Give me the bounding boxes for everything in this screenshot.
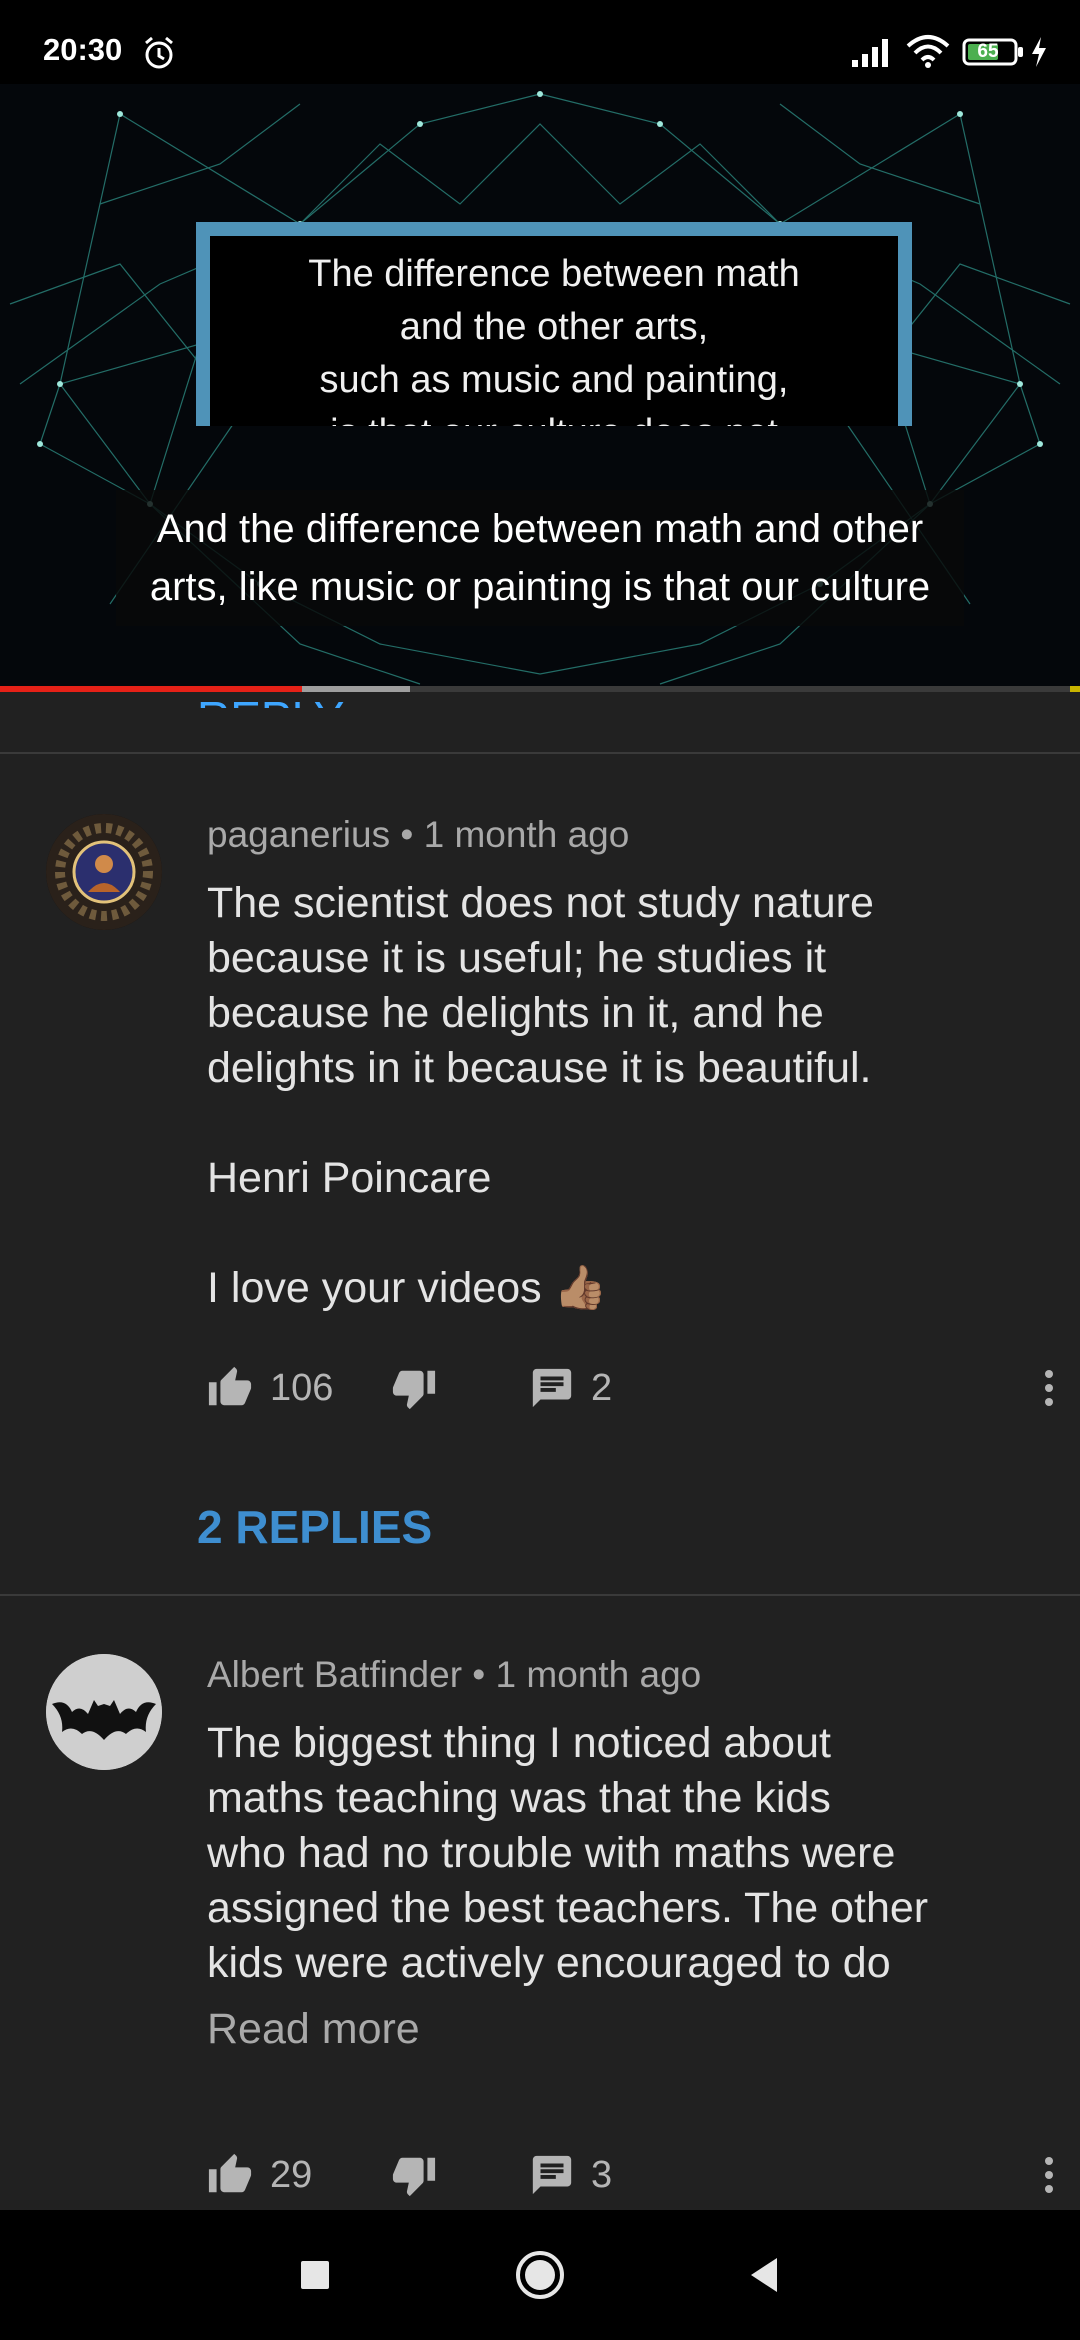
comment-line	[207, 1206, 1007, 1261]
comment-text: The biggest thing I noticed about maths …	[207, 1716, 1007, 1991]
comment-line: delights in it because it is beautiful.	[207, 1044, 872, 1092]
thumb-up-icon[interactable]	[207, 1365, 253, 1411]
caption-line-1: And the difference between math and othe…	[156, 507, 924, 551]
thumb-up-icon[interactable]	[207, 2152, 253, 2198]
comment-line: because it is useful; he studies it	[207, 934, 827, 982]
divider	[0, 1594, 1080, 1596]
comment-line: Henri Poincare	[207, 1154, 492, 1202]
recents-square-icon[interactable]	[288, 2248, 342, 2302]
battery-level: 65	[977, 41, 999, 62]
comment-line: maths teaching was that the kids	[207, 1774, 831, 1822]
comment-meta: paganerius • 1 month ago	[207, 814, 630, 855]
like-count: 29	[270, 2154, 313, 2196]
comment-text: The scientist does not study nature beca…	[207, 876, 1007, 1316]
alarm-icon	[145, 36, 173, 69]
video-slide-text: The difference between math and the othe…	[308, 253, 800, 426]
more-vert-icon[interactable]	[1041, 2154, 1057, 2196]
video-progress-marker	[1070, 686, 1080, 692]
video-player[interactable]: The difference between math and the othe…	[0, 84, 1080, 690]
status-bar: 20:30 65	[0, 0, 1080, 84]
signal-icon	[852, 39, 888, 67]
avatar-paganerius[interactable]	[46, 814, 162, 930]
view-replies-link[interactable]: 2 REPLIES	[197, 1500, 432, 1554]
bat-icon	[46, 1654, 162, 1770]
comment-line: who had no trouble with maths were	[207, 1829, 896, 1877]
charging-icon	[1032, 37, 1046, 67]
read-more-link[interactable]: Read more	[207, 2005, 420, 2054]
avatar-albert-batfinder[interactable]	[46, 1654, 162, 1770]
comment-line: because he delights in it, and he	[207, 989, 824, 1037]
wifi-icon	[906, 35, 950, 68]
comment-meta: Albert Batfinder • 1 month ago	[207, 1654, 702, 1695]
comment-line: kids were actively encouraged to do	[207, 1939, 891, 1987]
comment-line: I love your videos 👍🏽	[207, 1264, 608, 1312]
comment-actions: 106 2	[207, 1355, 1057, 1415]
more-vert-icon[interactable]	[1041, 1367, 1057, 1409]
video-slide-card: The difference between math and the othe…	[196, 222, 912, 426]
back-triangle-icon[interactable]	[737, 2248, 791, 2302]
comment-line	[207, 1096, 1007, 1151]
comment-actions: 29 3	[207, 2142, 1057, 2202]
status-time: 20:30	[43, 32, 123, 67]
comment-line: The scientist does not study nature	[207, 879, 874, 927]
partial-reply-link[interactable]: REPLY	[197, 628, 344, 708]
like-count: 106	[270, 1367, 334, 1409]
video-caption: And the difference between math and othe…	[116, 490, 964, 626]
comment-icon[interactable]	[529, 2152, 575, 2198]
reply-count: 2	[591, 1367, 613, 1409]
comment-icon[interactable]	[529, 1365, 575, 1411]
home-circle-icon[interactable]	[513, 2248, 567, 2302]
thumb-down-icon[interactable]	[391, 1365, 437, 1411]
reply-count: 3	[591, 2154, 613, 2196]
thumb-down-icon[interactable]	[391, 2152, 437, 2198]
comment-line: The biggest thing I noticed about	[207, 1719, 831, 1767]
system-nav-bar	[0, 2210, 1080, 2340]
divider	[0, 752, 1080, 754]
caption-line-2: arts, like music or painting is that our…	[149, 565, 931, 609]
comment-line: assigned the best teachers. The other	[207, 1884, 929, 1932]
avatar-image	[46, 814, 162, 930]
